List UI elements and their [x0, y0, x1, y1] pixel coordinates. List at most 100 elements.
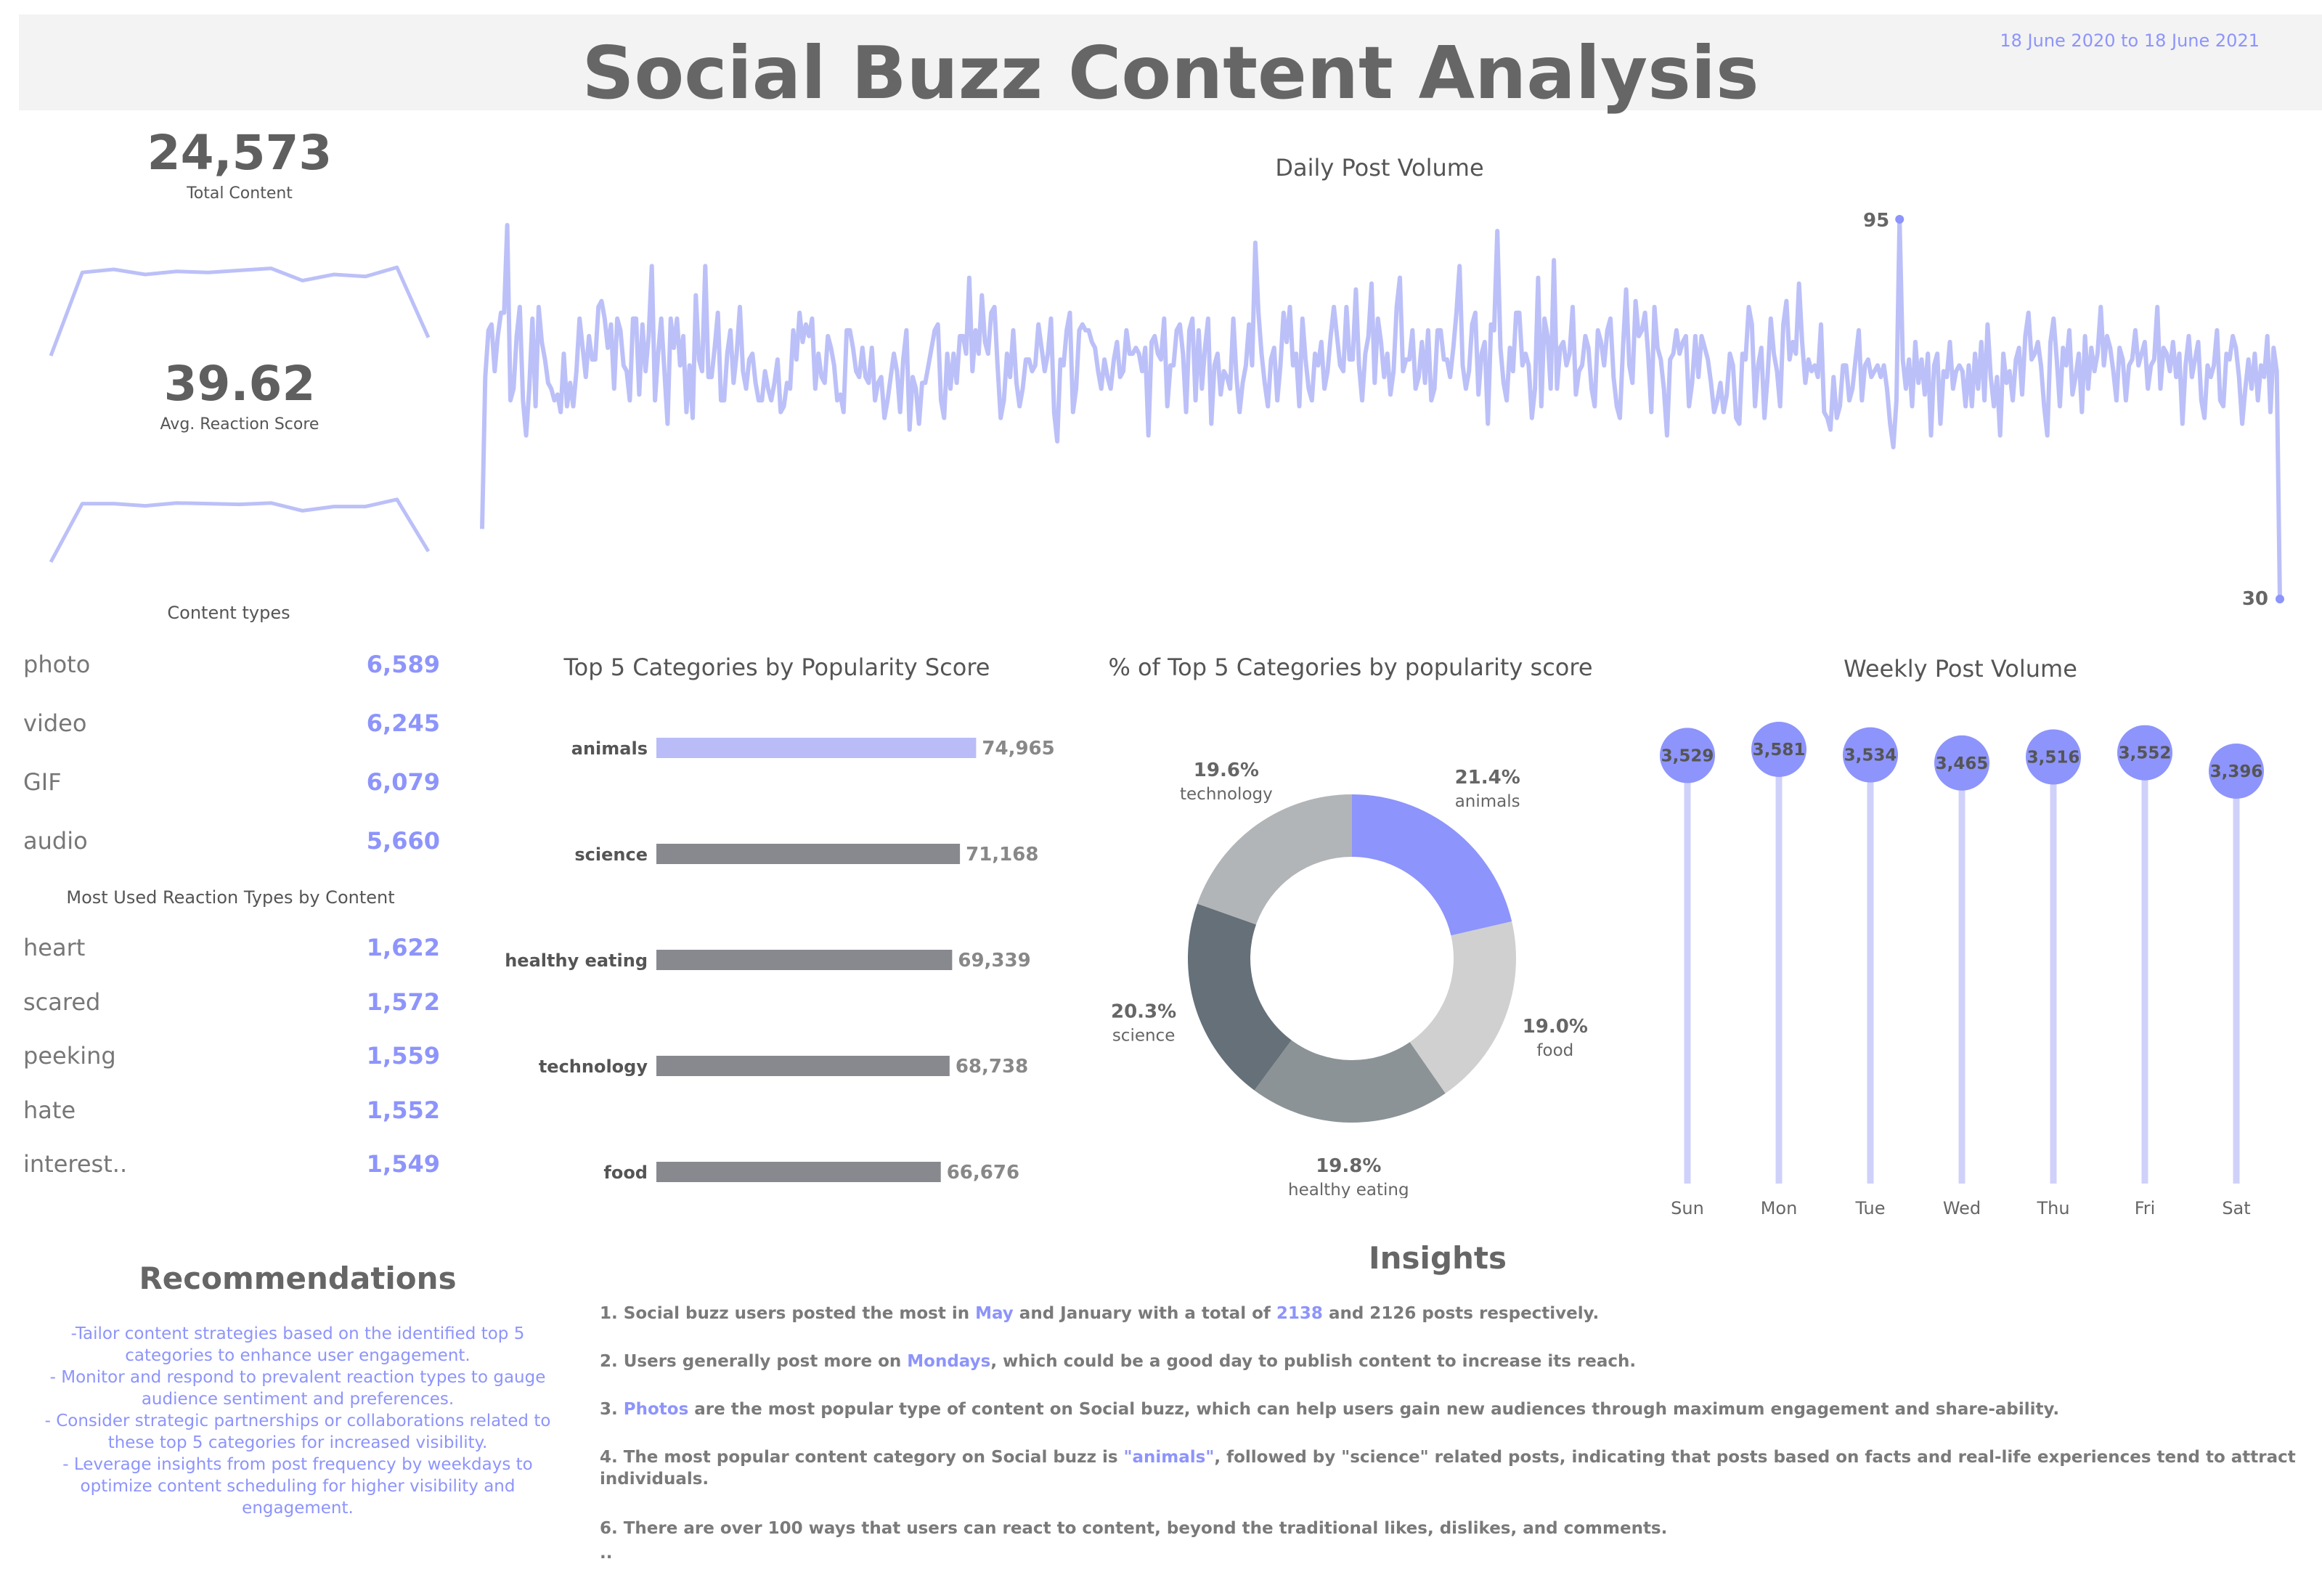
insight-2-text-c: , which could be a good day to publish c…	[990, 1352, 1637, 1371]
insight-2-highlight: Mondays	[907, 1352, 991, 1371]
total-content-sparkline-line	[49, 265, 431, 357]
insight-1-highlight-month: May	[975, 1304, 1014, 1323]
top5-category-label: animals	[571, 738, 648, 759]
reaction-type-name: hate	[23, 1096, 76, 1124]
weekly-value-label: 3,529	[1661, 746, 1714, 765]
content-type-name: photo	[23, 651, 91, 678]
insight-3-text-c: are the most popular type of content on …	[688, 1400, 2060, 1419]
total-content-sparkline	[49, 265, 431, 357]
weekly-day-label: Mon	[1761, 1198, 1798, 1218]
avg-reaction-sparkline	[49, 497, 431, 563]
content-type-value: 5,660	[366, 827, 440, 855]
content-type-name: video	[23, 709, 87, 737]
donut-category-label: science	[1112, 1027, 1176, 1046]
reaction-type-value: 1,552	[366, 1096, 440, 1124]
content-types-title: Content types	[167, 603, 290, 623]
avg-reaction-label: Avg. Reaction Score	[160, 415, 319, 433]
insight-3-highlight: Photos	[623, 1400, 689, 1419]
insight-3: 3. Photos are the most popular type of c…	[600, 1398, 2299, 1420]
reaction-type-value: 1,572	[366, 988, 440, 1016]
donut-chart: 21.4% animals 19.0% food 19.8% healthy eating…	[1111, 760, 1588, 1198]
content-type-value: 6,079	[366, 768, 440, 796]
top5-bar	[656, 738, 977, 758]
daily-volume-min-label: 30	[2242, 588, 2268, 610]
weekly-title: Weekly Post Volume	[1844, 655, 2077, 683]
daily-volume-line	[480, 217, 2282, 600]
total-content-label: Total Content	[187, 184, 293, 203]
top5-bar-title: Top 5 Categories by Popularity Score	[563, 654, 990, 681]
daily-volume-max-point	[1895, 215, 1905, 224]
weekly-value-label: 3,534	[1844, 746, 1897, 765]
weekly-value-label: 3,396	[2210, 762, 2263, 781]
date-range: 18 June 2020 to 18 June 2021	[2000, 30, 2260, 51]
reaction-type-name: peeking	[23, 1042, 116, 1070]
top5-value-label: 74,965	[982, 738, 1054, 760]
daily-volume-chart: 95 30	[480, 210, 2284, 610]
insight-1-highlight-count: 2138	[1276, 1304, 1323, 1323]
top5-bar	[656, 1162, 941, 1182]
donut-title: % of Top 5 Categories by popularity scor…	[1108, 654, 1593, 681]
reaction-type-value: 1,622	[366, 934, 440, 961]
donut-category-label: animals	[1455, 792, 1520, 811]
weekly-day-label: Sat	[2222, 1198, 2250, 1218]
reaction-type-value: 1,559	[366, 1042, 440, 1070]
insight-4-text-a: 4. The most popular content category on …	[600, 1448, 1124, 1467]
top5-bar	[656, 950, 953, 970]
top5-bar-chart: animals 74,965 science 71,168 healthy eating…	[505, 738, 1055, 1184]
donut-percent-label: 19.8%	[1316, 1155, 1381, 1177]
daily-volume-min-point	[2276, 595, 2284, 603]
insight-1: 1. Social buzz users posted the most in …	[600, 1303, 2299, 1324]
header-banner: Social Buzz Content Analysis 18 June 202…	[19, 15, 2322, 115]
donut-percent-label: 20.3%	[1111, 1001, 1176, 1023]
recommendations-text: -Tailor content strategies based on the …	[44, 1324, 551, 1518]
insight-3-text-a: 3.	[600, 1400, 624, 1419]
donut-category-label: technology	[1180, 785, 1273, 804]
weekly-day-label: Sun	[1671, 1198, 1704, 1218]
reaction-type-value: 1,549	[366, 1150, 440, 1178]
weekly-value-label: 3,465	[1936, 754, 1989, 773]
top5-value-label: 69,339	[958, 950, 1030, 972]
weekly-value-label: 3,516	[2027, 749, 2080, 768]
reaction-type-name: scared	[23, 988, 101, 1016]
weekly-day-label: Tue	[1855, 1198, 1886, 1218]
top5-value-label: 66,676	[947, 1162, 1019, 1184]
top5-category-label: healthy eating	[505, 950, 648, 971]
page-title: Social Buzz Content Analysis	[582, 30, 1759, 115]
insight-1-text-e: and 2126 posts respectively.	[1322, 1304, 1600, 1323]
top5-value-label: 71,168	[966, 844, 1038, 866]
insights-title: Insights	[1369, 1240, 1507, 1276]
donut-slice	[1254, 1040, 1446, 1123]
top5-bar	[656, 844, 961, 864]
top5-category-label: technology	[539, 1056, 648, 1077]
insight-1-text-c: and January with a total of	[1013, 1304, 1276, 1323]
content-type-name: audio	[23, 827, 88, 855]
content-type-name: GIF	[23, 768, 62, 796]
reaction-type-name: heart	[23, 934, 86, 961]
insight-4-highlight: "animals"	[1123, 1448, 1215, 1467]
donut-slice	[1197, 794, 1352, 925]
insight-2-text-a: 2. Users generally post more on	[600, 1352, 908, 1371]
avg-reaction-value: 39.62	[163, 356, 316, 412]
weekly-day-label: Thu	[2036, 1198, 2069, 1218]
top5-value-label: 68,738	[956, 1056, 1028, 1078]
total-content-value: 24,573	[147, 125, 333, 181]
insight-2: 2. Users generally post more on Mondays,…	[600, 1351, 2299, 1372]
insights-more: ..	[600, 1544, 613, 1563]
donut-category-label: healthy eating	[1288, 1181, 1409, 1198]
insight-6: 6. There are over 100 ways that users ca…	[600, 1519, 1668, 1538]
donut-percent-label: 21.4%	[1455, 767, 1520, 789]
donut-slice	[1352, 794, 1512, 936]
reaction-type-name: interest..	[23, 1150, 128, 1178]
recommendations-title: Recommendations	[139, 1261, 457, 1296]
weekly-day-label: Fri	[2135, 1198, 2156, 1218]
reaction-types-title: Most Used Reaction Types by Content	[66, 887, 395, 908]
top5-bar	[656, 1056, 950, 1076]
weekly-value-label: 3,552	[2119, 744, 2172, 763]
donut-category-label: food	[1536, 1041, 1573, 1060]
weekly-value-label: 3,581	[1753, 741, 1806, 760]
top5-category-label: science	[574, 844, 648, 865]
content-type-value: 6,245	[366, 709, 440, 737]
insight-1-text-a: 1. Social buzz users posted the most in	[600, 1304, 976, 1323]
insight-4: 4. The most popular content category on …	[600, 1446, 2299, 1490]
content-type-value: 6,589	[366, 651, 440, 678]
